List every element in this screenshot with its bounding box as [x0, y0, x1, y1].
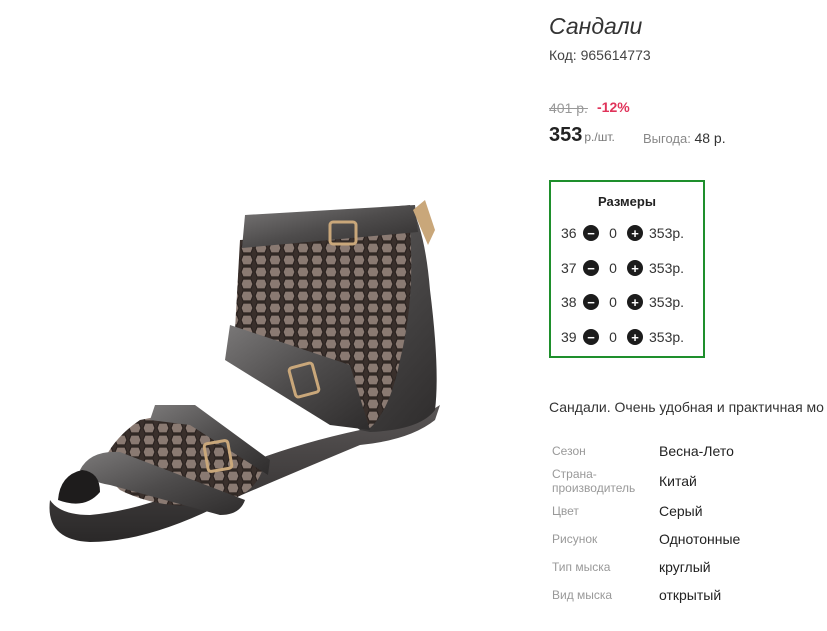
- discount-badge: -12%: [597, 99, 630, 115]
- plus-circle-icon[interactable]: +: [627, 225, 643, 241]
- price-row: 353 р./шт.: [549, 124, 615, 147]
- minus-circle-icon[interactable]: −: [583, 260, 599, 276]
- current-price: 353: [549, 124, 583, 146]
- plus-circle-icon[interactable]: +: [627, 294, 643, 310]
- property-value: круглый: [659, 559, 711, 575]
- price-unit: р./шт.: [584, 130, 615, 144]
- size-number: 36: [561, 225, 577, 241]
- plus-circle-icon[interactable]: +: [627, 260, 643, 276]
- size-price: 353р.: [649, 260, 685, 276]
- size-row: 36 − 0 + 353р.: [561, 223, 684, 243]
- minus-circle-icon[interactable]: −: [583, 294, 599, 310]
- property-value: открытый: [659, 587, 722, 603]
- product-sku: Код: 965614773: [549, 47, 651, 63]
- benefit-value: 48 р.: [694, 130, 726, 146]
- property-label: Страна-производитель: [552, 467, 636, 495]
- size-quantity: 0: [609, 260, 617, 276]
- size-number: 39: [561, 329, 577, 345]
- size-price: 353р.: [649, 294, 685, 310]
- minus-circle-icon[interactable]: −: [583, 225, 599, 241]
- property-label: Сезон: [552, 444, 586, 458]
- property-value: Серый: [659, 503, 703, 519]
- size-row: 38 − 0 + 353р.: [561, 292, 684, 312]
- size-price: 353р.: [649, 225, 685, 241]
- property-value: Однотонные: [659, 531, 741, 547]
- sizes-panel: Размеры 36 − 0 + 353р. 37 − 0 + 353р. 38…: [549, 180, 705, 358]
- property-label: Вид мыска: [552, 588, 613, 602]
- benefit: Выгода: 48 р.: [643, 130, 726, 146]
- size-number: 38: [561, 294, 577, 310]
- property-label: Тип мыска: [552, 560, 611, 574]
- property-label: Цвет: [552, 504, 579, 518]
- old-price: 401 р.: [549, 100, 588, 116]
- property-label: Рисунок: [552, 532, 598, 546]
- property-value: Китай: [659, 473, 697, 489]
- product-description: Сандали. Очень удобная и практичная мо: [549, 399, 824, 415]
- size-quantity: 0: [609, 329, 617, 345]
- product-title: Сандали: [549, 13, 643, 39]
- minus-circle-icon[interactable]: −: [583, 329, 599, 345]
- sizes-title: Размеры: [598, 194, 656, 209]
- benefit-label: Выгода:: [643, 131, 691, 146]
- size-number: 37: [561, 260, 577, 276]
- size-quantity: 0: [609, 225, 617, 241]
- size-quantity: 0: [609, 294, 617, 310]
- property-value: Весна-Лето: [659, 443, 734, 459]
- product-image[interactable]: [30, 170, 500, 570]
- size-price: 353р.: [649, 329, 685, 345]
- size-row: 37 − 0 + 353р.: [561, 258, 684, 278]
- plus-circle-icon[interactable]: +: [627, 329, 643, 345]
- size-row: 39 − 0 + 353р.: [561, 327, 684, 347]
